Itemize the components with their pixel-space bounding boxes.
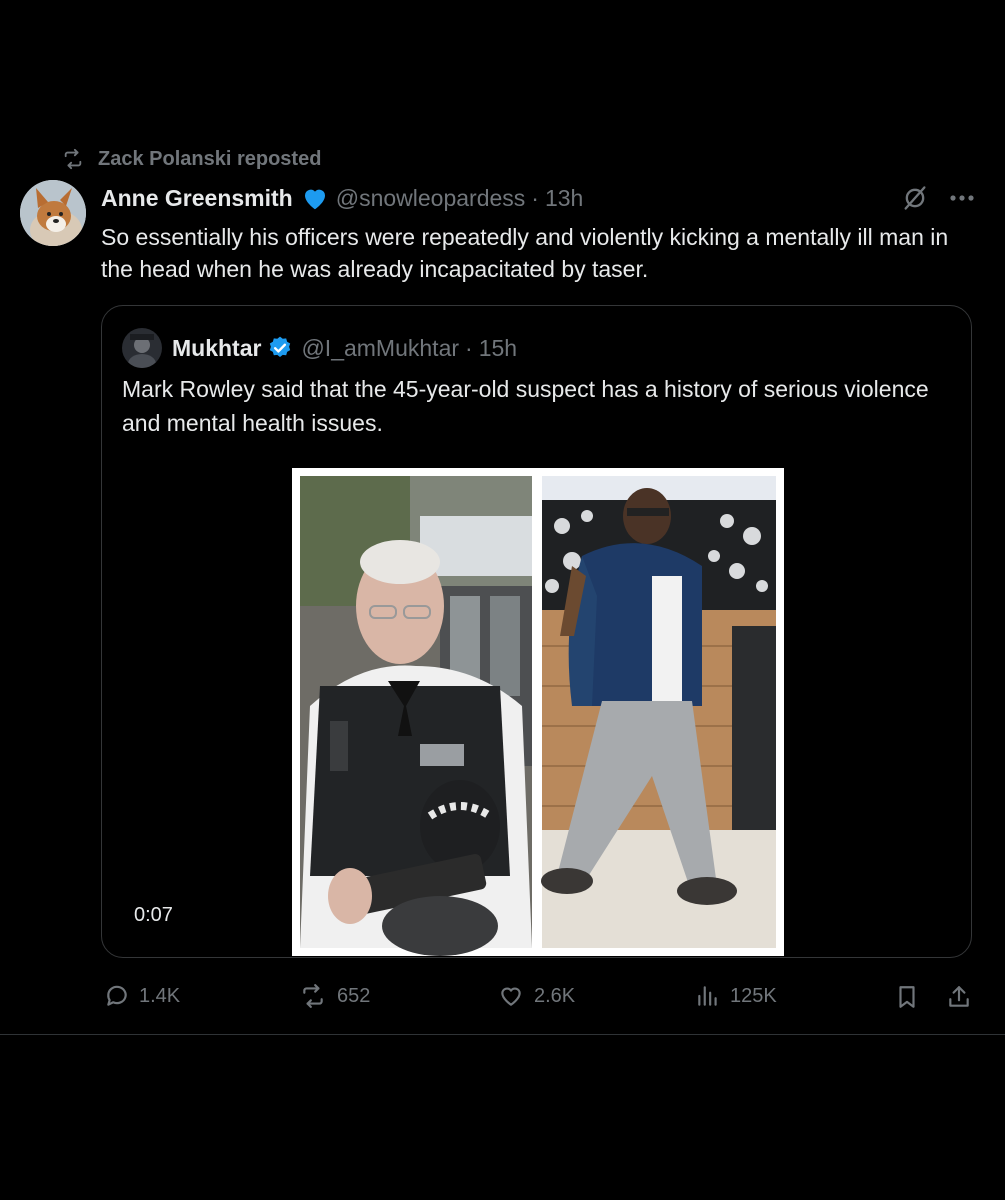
verified-heart-icon[interactable] xyxy=(300,183,330,213)
quote-text: Mark Rowley said that the 45-year-old su… xyxy=(122,376,929,436)
quote-header: Mukhtar @I_amMukhtar · 15h xyxy=(122,328,517,368)
avatar[interactable] xyxy=(20,180,86,246)
video-thumbnail xyxy=(300,476,776,956)
repost-label: Zack Polanski reposted xyxy=(98,147,322,170)
author-handle[interactable]: @snowleopardess xyxy=(336,185,526,212)
separator-dot: · xyxy=(531,184,539,211)
tweet-divider xyxy=(0,1034,1005,1035)
tweet-header: Anne Greensmith @snowleopardess · 13h xyxy=(101,182,975,214)
views-button[interactable]: 125K xyxy=(695,983,777,1009)
views-chart-icon xyxy=(698,986,717,1006)
bookmark-button[interactable] xyxy=(894,983,920,1011)
repost-icon xyxy=(64,148,82,170)
views-count: 125K xyxy=(730,984,777,1007)
repost-button[interactable]: 652 xyxy=(298,983,370,1009)
reply-icon xyxy=(107,985,127,1006)
more-options-icon[interactable] xyxy=(949,194,975,202)
tweet-time[interactable]: 13h xyxy=(545,185,583,212)
tweet-text: So essentially his officers were repeate… xyxy=(101,224,949,282)
video-duration: 0:07 xyxy=(134,904,173,926)
quote-author-handle[interactable]: @I_amMukhtar xyxy=(301,335,459,362)
grok-icon[interactable] xyxy=(901,184,929,212)
author-name[interactable]: Anne Greensmith xyxy=(101,185,293,212)
reply-count: 1.4K xyxy=(139,984,181,1007)
heart-icon xyxy=(501,987,521,1006)
repost-icon xyxy=(303,984,323,1008)
quoted-tweet[interactable]: Mukhtar @I_amMukhtar · 15h Mark Rowley s… xyxy=(101,305,972,958)
repost-count: 652 xyxy=(337,984,371,1007)
quote-avatar[interactable] xyxy=(122,328,162,368)
repost-indicator[interactable]: Zack Polanski reposted xyxy=(60,146,321,172)
share-icon xyxy=(949,986,969,1007)
bookmark-icon xyxy=(899,986,915,1008)
share-button[interactable] xyxy=(946,983,972,1011)
video-player[interactable] xyxy=(292,468,784,956)
quote-separator-dot: · xyxy=(465,334,473,361)
quote-author-name[interactable]: Mukhtar xyxy=(172,335,261,362)
quote-time[interactable]: 15h xyxy=(479,335,517,362)
like-count: 2.6K xyxy=(534,984,576,1007)
action-bar: 1.4K 652 2.6K 125K xyxy=(0,983,1005,1013)
verified-badge-icon xyxy=(270,336,291,357)
quote-avatar-image xyxy=(122,328,162,368)
like-button[interactable]: 2.6K xyxy=(497,983,575,1009)
reply-button[interactable]: 1.4K xyxy=(104,983,180,1009)
corgi-avatar-image xyxy=(20,180,86,246)
